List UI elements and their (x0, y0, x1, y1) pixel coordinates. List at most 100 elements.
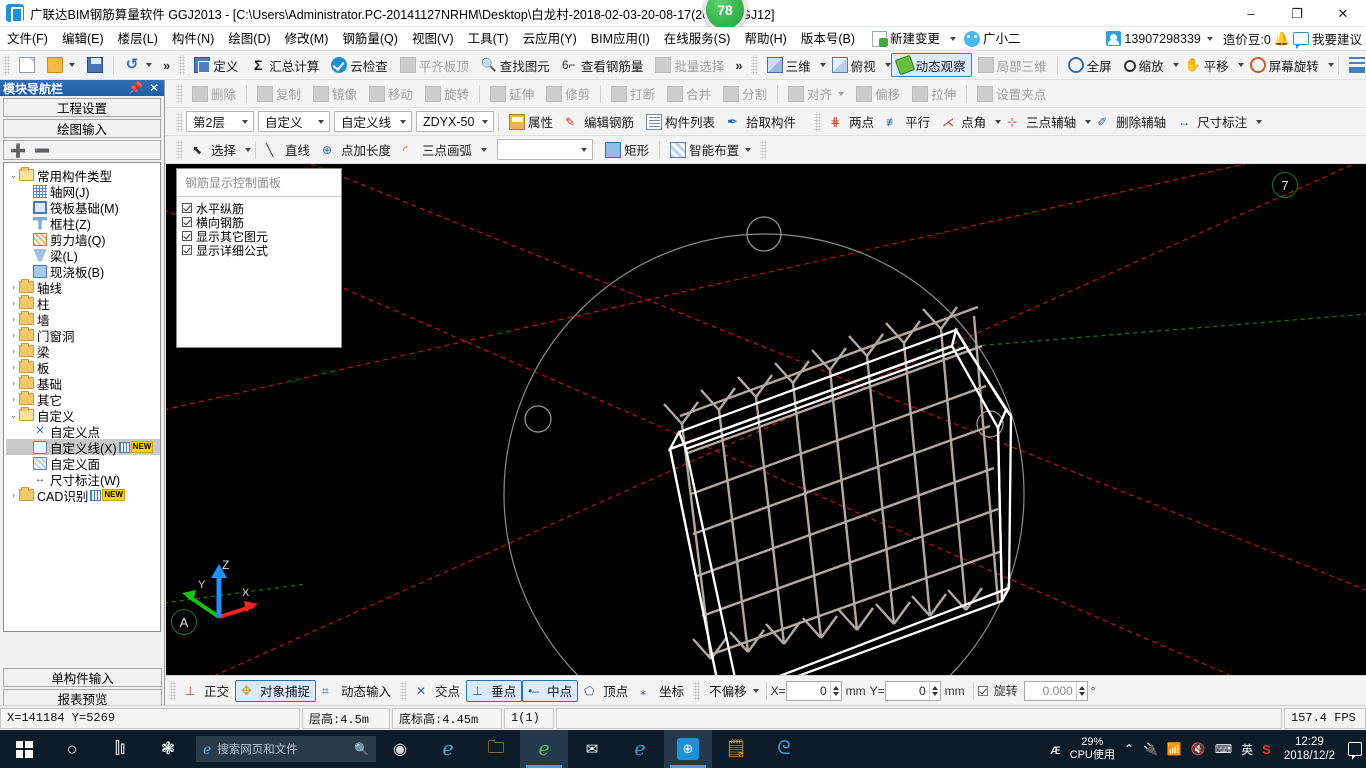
checkbox-checked[interactable] (182, 231, 192, 241)
sidebar-item-project-settings[interactable]: 工程设置 (3, 98, 161, 117)
chevron-right-icon[interactable]: › (8, 314, 19, 324)
taskbar-app-glodon[interactable]: ⊕ (664, 730, 712, 768)
taskbar-app-edge[interactable]: ℯ (616, 730, 664, 768)
axis-toolbar-grip[interactable] (814, 111, 822, 132)
summary-calc-button[interactable]: Σ 汇总计算 (244, 53, 325, 77)
pan-caret-icon[interactable] (1237, 63, 1244, 67)
component-list-button[interactable]: 构件列表 (640, 110, 721, 134)
tree-item-梁[interactable]: › 梁 (6, 343, 160, 360)
search-icon[interactable]: 🔍 (354, 742, 369, 756)
tree-item-剪力墙q[interactable]: 剪力墙(Q) (6, 231, 160, 248)
menu-item-bim[interactable]: BIM应用(I) (584, 28, 657, 50)
tree-item-基础[interactable]: › 基础 (6, 375, 160, 392)
dimension-caret-icon[interactable] (1256, 119, 1263, 124)
account-phone[interactable]: 13907298339 (1124, 32, 1200, 46)
tree-item-cad识别[interactable]: › CAD识别 NEW (6, 487, 160, 504)
battery-icon[interactable]: 🔌 (1143, 742, 1158, 756)
object-snap-button[interactable]: ✥ 对象捕捉 (235, 679, 317, 702)
account-caret-icon[interactable] (1206, 36, 1213, 41)
delete-axis-button[interactable]: ✐ 删除辅轴 (1091, 110, 1172, 134)
chevron-right-icon[interactable]: › (8, 330, 19, 340)
view-rebar-qty-button[interactable]: 6⌐ 查看钢筋量 (556, 53, 650, 77)
screen-rotate-button[interactable]: 屏幕旋转 (1244, 53, 1325, 77)
draw-toolbar-grip[interactable] (176, 139, 183, 160)
expand-all-icon[interactable]: ➕ (10, 144, 26, 157)
line-tool-button[interactable]: ╲ 直线 (260, 138, 316, 162)
sidebar-item-single-component-input[interactable]: 单构件输入 (3, 668, 162, 687)
dynamic-input-button[interactable]: ⌗ 动态输入 (316, 680, 397, 702)
new-change-caret-icon[interactable] (950, 36, 957, 41)
point-angle-button[interactable]: ⋌ 点角 (936, 110, 992, 134)
component-tree[interactable]: ⌄ 常用构件类型 轴网(J) 筏板基础(M) 框柱(Z) 剪力墙(Q) 梁(L) 现浇板(B)… (3, 162, 161, 632)
pick-component-button[interactable]: ✒ 拾取构件 (721, 110, 802, 134)
fullscreen-button[interactable]: 全屏 (1062, 53, 1118, 77)
toolbar-grip-3[interactable] (750, 55, 758, 75)
tree-item-其它[interactable]: › 其它 (6, 391, 160, 408)
type-select-caret-icon[interactable] (395, 112, 408, 131)
pan-button[interactable]: ✋ 平移 (1179, 53, 1235, 77)
component-name-caret-icon[interactable] (477, 112, 490, 131)
menu-item-file[interactable]: 文件(F) (0, 28, 55, 50)
two-point-button[interactable]: ⋕ 两点 (824, 110, 880, 134)
tree-item-柱[interactable]: › 柱 (6, 295, 160, 312)
vertex-snap-button[interactable]: ⬠ 顶点 (578, 680, 634, 702)
pin-icon[interactable]: 📌 (128, 81, 143, 95)
task-view-button[interactable]: ⫿⫾ (96, 730, 144, 768)
book-icon[interactable] (90, 489, 102, 501)
dimension-button[interactable]: ↔ 尺寸标注 (1172, 110, 1253, 134)
chevron-right-icon[interactable]: › (8, 490, 19, 500)
checkbox-checked[interactable] (182, 217, 192, 227)
component-name-select[interactable]: ZDYX-50 (416, 111, 494, 132)
sidebar-item-draw-input[interactable]: 绘图输入 (3, 119, 161, 138)
chevron-right-icon[interactable]: › (8, 298, 19, 308)
rotate-spinner[interactable] (1075, 681, 1087, 700)
new-change-button[interactable]: 新建变更 (887, 28, 947, 50)
clock[interactable]: 12:29 2018/12/2 (1280, 735, 1339, 763)
taskbar-app-green[interactable]: ℯ (520, 730, 568, 768)
rebar-panel-options[interactable]: 水平纵筋 横向钢筋 显示其它图元 显示详细公式 (177, 197, 341, 258)
edit-rebar-button[interactable]: ✎ 编辑钢筋 (559, 110, 640, 134)
ortho-button[interactable]: ⊥ 正交 (179, 680, 235, 702)
new-file-button[interactable] (13, 53, 41, 77)
menu-item-modify[interactable]: 修改(M) (278, 28, 336, 50)
x-offset-spinner[interactable] (829, 681, 841, 700)
view-3d-caret-icon[interactable] (819, 63, 826, 67)
screen-rotate-caret-icon[interactable] (1327, 63, 1334, 67)
chevron-down-icon[interactable]: ⌄ (8, 410, 19, 421)
undo-button[interactable]: ↺ (118, 53, 158, 77)
chevron-right-icon[interactable]: › (8, 362, 19, 372)
toolbar-grip-2[interactable] (178, 55, 186, 75)
taskbar-app-1[interactable]: ◉ (376, 730, 424, 768)
menu-item-view[interactable]: 视图(V) (405, 28, 461, 50)
type-select[interactable]: 自定义线 (334, 111, 412, 132)
save-button[interactable] (81, 53, 109, 77)
chevron-right-icon[interactable]: › (8, 394, 19, 404)
tree-item-门窗洞[interactable]: › 门窗洞 (6, 327, 160, 344)
close-icon[interactable]: ✕ (149, 81, 159, 95)
model-viewport[interactable]: Z Y X (166, 164, 1366, 675)
offset-grip[interactable] (693, 680, 701, 701)
menu-item-version[interactable]: 版本号(B) (794, 28, 862, 50)
menu-item-cloud[interactable]: 云应用(Y) (516, 28, 584, 50)
floor-select-caret-icon[interactable] (237, 112, 250, 131)
point-length-button[interactable]: ⊕ 点加长度 (316, 138, 397, 162)
search-box[interactable]: ℯ 搜索网页和文件 🔍 (196, 736, 376, 762)
zoom-caret-icon[interactable] (1172, 63, 1179, 67)
taskbar-app-notepad[interactable]: 🗒 (712, 730, 760, 768)
perpendicular-snap-button[interactable]: ⊥ 垂点 (466, 679, 523, 702)
ime-indicator[interactable]: 英 (1241, 741, 1253, 758)
component-toolbar-grip[interactable] (176, 111, 183, 132)
snap-grip[interactable] (169, 680, 176, 701)
tree-item-板[interactable]: › 板 (6, 359, 160, 376)
minimize-button[interactable]: – (1228, 0, 1274, 27)
checkbox-checked[interactable] (182, 245, 192, 255)
y-offset-spinner[interactable] (928, 681, 940, 700)
find-element-button[interactable]: 🔍 查找图元 (475, 53, 556, 77)
suggestion-button[interactable]: 我要建议 (1312, 29, 1362, 48)
rotate-input[interactable]: 0.000 (1023, 680, 1088, 701)
wifi-icon[interactable]: 📶 (1167, 742, 1182, 756)
tray-expand-icon[interactable]: ⌃ (1124, 742, 1134, 756)
chevron-right-icon[interactable]: › (8, 282, 19, 292)
chevron-down-icon[interactable]: ⌄ (8, 170, 19, 181)
rebar-option-row[interactable]: 显示详细公式 (182, 243, 337, 258)
